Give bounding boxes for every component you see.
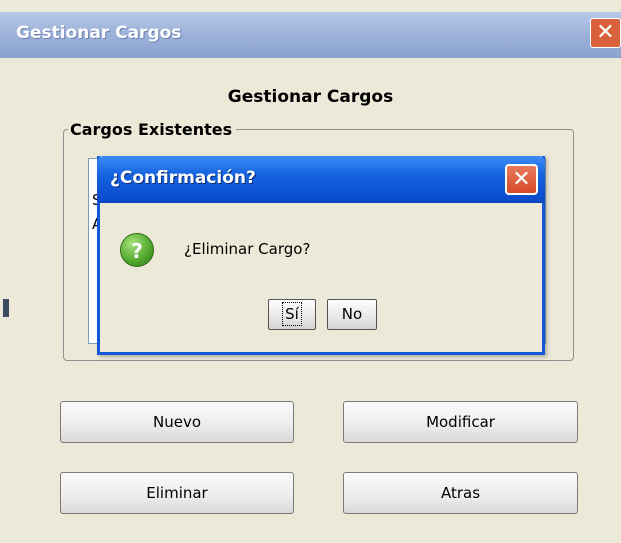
question-icon: ?: [120, 233, 154, 267]
no-button[interactable]: No: [327, 299, 377, 330]
dialog-message: ¿Eliminar Cargo?: [184, 240, 311, 258]
window-close-button[interactable]: ✕: [590, 18, 621, 48]
dialog-titlebar[interactable]: ¿Confirmación?: [97, 156, 545, 203]
modificar-button[interactable]: Modificar: [343, 401, 578, 443]
window-title: Gestionar Cargos: [16, 23, 182, 43]
nuevo-button[interactable]: Nuevo: [60, 401, 294, 443]
close-icon: ✕: [596, 20, 615, 45]
close-icon: ✕: [512, 167, 531, 192]
page-title: Gestionar Cargos: [227, 87, 394, 107]
eliminar-button[interactable]: Eliminar: [60, 472, 294, 514]
cargos-group-label: Cargos Existentes: [68, 120, 237, 139]
window-titlebar[interactable]: Gestionar Cargos: [0, 12, 621, 59]
atras-button[interactable]: Atras: [343, 472, 578, 514]
no-button-label: No: [341, 305, 363, 323]
dialog-title: ¿Confirmación?: [110, 168, 256, 188]
yes-button-label: Sí: [282, 302, 302, 326]
side-marker: [3, 299, 9, 317]
dialog-close-button[interactable]: ✕: [505, 164, 538, 195]
yes-button[interactable]: Sí: [268, 299, 316, 330]
